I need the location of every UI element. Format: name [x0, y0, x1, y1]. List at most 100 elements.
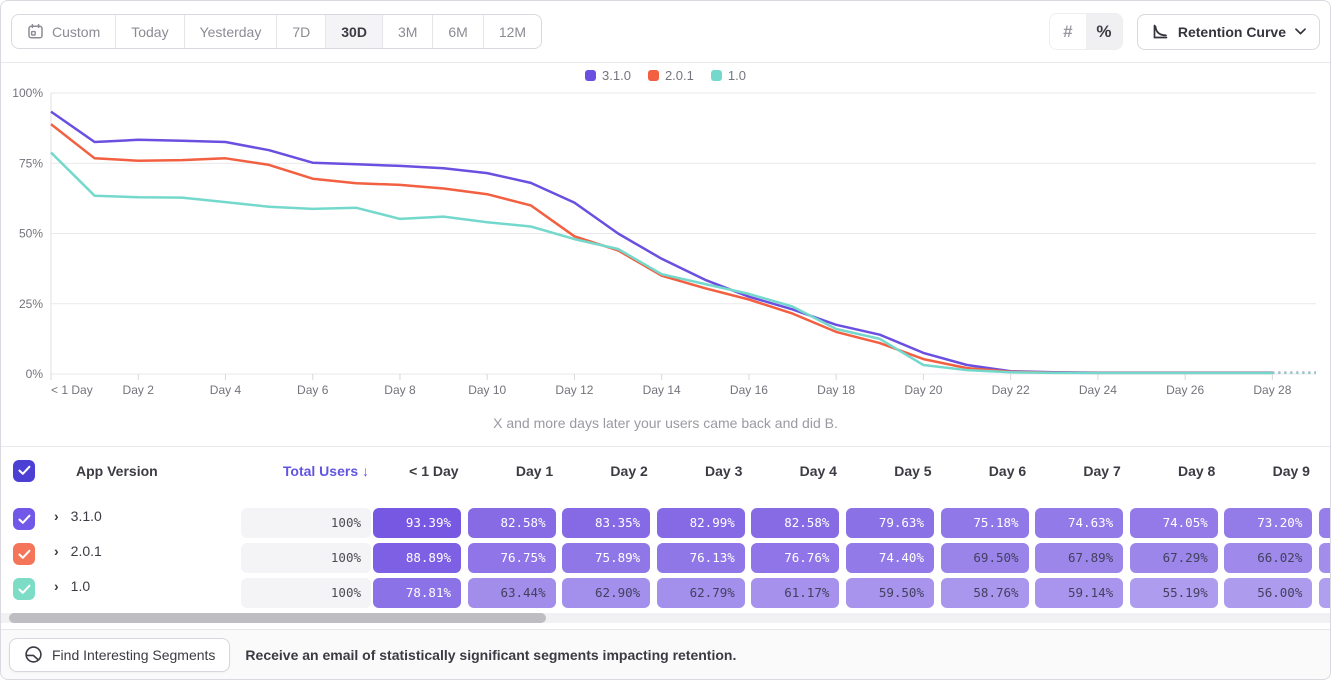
expand-chevron-icon[interactable]: › [45, 543, 69, 559]
retention-cell[interactable]: 75.18% [941, 508, 1029, 538]
retention-cell[interactable]: 62.79% [657, 578, 745, 608]
range-3m-button[interactable]: 3M [382, 15, 432, 48]
retention-cell[interactable]: 93.39% [373, 508, 461, 538]
row-checkbox[interactable] [13, 578, 35, 600]
retention-cell[interactable]: 75.89% [562, 543, 650, 573]
chart-subtitle: X and more days later your users came ba… [1, 415, 1330, 431]
retention-cell[interactable]: 71.50% [1319, 508, 1331, 538]
row-name-cell: ›3.1.0 [45, 508, 241, 524]
retention-cell[interactable]: 73.20% [1224, 508, 1312, 538]
range-label: 7D [292, 24, 310, 40]
header-checkbox-cell [1, 460, 45, 482]
retention-cell[interactable]: 83.35% [562, 508, 650, 538]
range-30d-button[interactable]: 30D [325, 15, 382, 48]
app-version-label: 1.0 [69, 578, 90, 594]
legend-swatch [585, 70, 596, 81]
total-users-cell-wrap: 100% [241, 543, 373, 573]
horizontal-scrollbar-track[interactable] [1, 613, 1330, 623]
total-users-cell-wrap: 100% [241, 578, 373, 608]
retention-cell[interactable]: 64.00% [1319, 543, 1331, 573]
range-12m-button[interactable]: 12M [483, 15, 541, 48]
row-checkbox[interactable] [13, 508, 35, 530]
retention-cell-wrap: 58.76% [941, 578, 1036, 608]
retention-cell[interactable]: 59.50% [846, 578, 934, 608]
retention-cell-wrap: 76.76% [751, 543, 846, 573]
retention-cell[interactable]: 78.81% [373, 578, 461, 608]
x-axis-label: Day 20 [904, 383, 942, 397]
range-custom-button[interactable]: Custom [12, 15, 115, 48]
chart-type-dropdown[interactable]: Retention Curve [1137, 14, 1320, 50]
x-axis-label: Day 6 [297, 383, 329, 397]
range-7d-button[interactable]: 7D [276, 15, 325, 48]
y-axis-label: 50% [19, 227, 43, 241]
retention-cell[interactable]: 66.02% [1224, 543, 1312, 573]
row-checkbox-cell [1, 508, 45, 530]
legend-item-3.1.0[interactable]: 3.1.0 [585, 68, 631, 83]
day-column-header: Day 1 [468, 463, 563, 479]
retention-cell[interactable]: 58.76% [941, 578, 1029, 608]
retention-cell[interactable]: 88.89% [373, 543, 461, 573]
retention-cell-wrap: 63.44% [468, 578, 563, 608]
retention-cell[interactable]: 82.58% [468, 508, 556, 538]
retention-chart: 100%75%50%25%0%< 1 DayDay 2Day 4Day 6Day… [1, 63, 1331, 408]
x-axis-label: Day 8 [384, 383, 416, 397]
retention-cell[interactable]: 55.19% [1130, 578, 1218, 608]
retention-cell[interactable]: 76.75% [468, 543, 556, 573]
range-label: 30D [341, 24, 367, 40]
retention-cell-wrap: 93.39% [373, 508, 468, 538]
expand-chevron-icon[interactable]: › [45, 578, 69, 594]
x-axis-label: Day 12 [555, 383, 593, 397]
retention-cell[interactable]: 67.29% [1130, 543, 1218, 573]
retention-cell[interactable]: 56.00% [1224, 578, 1312, 608]
row-checkbox[interactable] [13, 543, 35, 565]
retention-cell-wrap: 76.75% [468, 543, 563, 573]
percent-toggle[interactable]: % [1086, 14, 1122, 49]
horizontal-scrollbar-thumb[interactable] [9, 613, 546, 623]
toolbar-right: #% Retention Curve [1049, 13, 1320, 50]
retention-cell[interactable]: 63.44% [468, 578, 556, 608]
retention-cell-wrap: 78.81% [373, 578, 468, 608]
retention-cell[interactable]: 82.99% [657, 508, 745, 538]
retention-cell[interactable]: 76.76% [751, 543, 839, 573]
retention-cell[interactable]: 74.05% [1130, 508, 1218, 538]
calendar-icon [27, 23, 44, 40]
retention-cell[interactable]: 74.63% [1035, 508, 1123, 538]
select-all-checkbox[interactable] [13, 460, 35, 482]
absolute-numbers-toggle[interactable]: # [1050, 14, 1086, 49]
retention-cell[interactable]: 67.89% [1035, 543, 1123, 573]
chevron-down-icon [1295, 28, 1306, 35]
retention-cell[interactable]: 82.58% [751, 508, 839, 538]
retention-cell-wrap: 76.13% [657, 543, 752, 573]
legend-swatch [711, 70, 722, 81]
range-today-button[interactable]: Today [115, 15, 183, 48]
range-6m-button[interactable]: 6M [432, 15, 482, 48]
expand-chevron-icon[interactable]: › [45, 508, 69, 524]
retention-cell[interactable]: 69.50% [941, 543, 1029, 573]
retention-cell[interactable]: 79.63% [846, 508, 934, 538]
find-interesting-segments-button[interactable]: Find Interesting Segments [9, 638, 230, 672]
retention-cell[interactable]: 74.40% [846, 543, 934, 573]
range-yesterday-button[interactable]: Yesterday [184, 15, 277, 48]
retention-cell[interactable]: 54.00% [1319, 578, 1331, 608]
retention-cell-wrap: 67.89% [1035, 543, 1130, 573]
find-segments-label: Find Interesting Segments [52, 647, 215, 663]
display-mode-toggle: #% [1049, 13, 1123, 50]
retention-cell[interactable]: 62.90% [562, 578, 650, 608]
day-column-header: Day 3 [657, 463, 752, 479]
y-axis-label: 75% [19, 156, 43, 170]
total-users-cell: 100% [241, 578, 371, 608]
total-users-header[interactable]: Total Users ↓ [241, 463, 373, 479]
retention-cell[interactable]: 61.17% [751, 578, 839, 608]
day-column-header: Day 8 [1130, 463, 1225, 479]
legend-item-2.0.1[interactable]: 2.0.1 [648, 68, 694, 83]
retention-cell[interactable]: 76.13% [657, 543, 745, 573]
day-column-header: Day 6 [941, 463, 1036, 479]
legend-item-1.0[interactable]: 1.0 [711, 68, 746, 83]
retention-cell-wrap: 67.29% [1130, 543, 1225, 573]
retention-cell-wrap: 73.20% [1224, 508, 1319, 538]
row-checkbox-cell [1, 578, 45, 600]
retention-cell-wrap: 61.17% [751, 578, 846, 608]
retention-cell[interactable]: 59.14% [1035, 578, 1123, 608]
segments-icon [24, 645, 43, 664]
date-range-group: CustomTodayYesterday 7D 30D 3M6M12M [11, 14, 542, 49]
